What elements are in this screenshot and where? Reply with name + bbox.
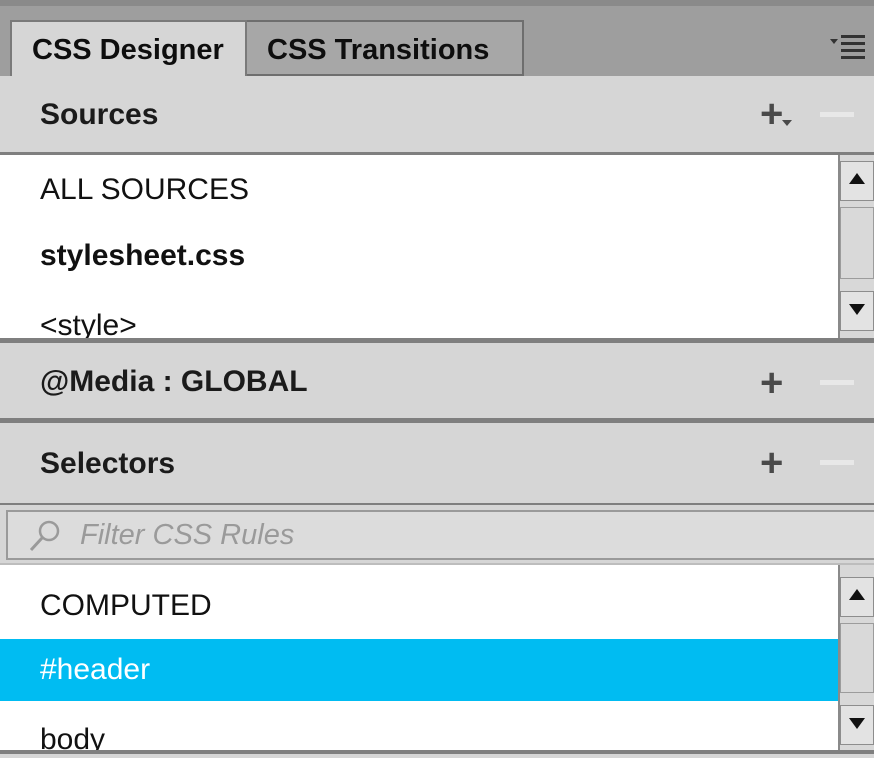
media-header: @Media : GLOBAL + [0, 343, 874, 418]
source-item-style-tag[interactable]: <style> [0, 295, 838, 338]
add-media-button[interactable]: + [760, 363, 783, 403]
selector-item-body[interactable]: body [0, 709, 838, 750]
divider [0, 750, 874, 754]
selectors-title: Selectors [40, 447, 176, 480]
add-selector-button[interactable]: + [760, 443, 783, 483]
source-item-all-sources[interactable]: ALL SOURCES [0, 159, 838, 221]
scroll-up-arrow-icon[interactable] [840, 577, 874, 617]
remove-selector-button[interactable] [820, 460, 854, 465]
sources-scroll-thumb[interactable] [840, 207, 874, 279]
sources-title: Sources [40, 98, 159, 131]
scroll-down-arrow-icon[interactable] [840, 705, 874, 745]
filter-css-rules-box [6, 510, 874, 560]
add-source-button[interactable]: + [760, 94, 783, 134]
panel-tab-bar: CSS Designer CSS Transitions [0, 0, 874, 82]
media-title: @Media : GLOBAL [40, 365, 308, 398]
source-item-stylesheet[interactable]: stylesheet.css [0, 225, 838, 287]
selector-item-computed[interactable]: COMPUTED [0, 575, 838, 637]
add-source-dropdown-icon[interactable] [782, 120, 792, 128]
divider [0, 503, 874, 505]
tab-css-designer[interactable]: CSS Designer [10, 20, 247, 82]
tab-css-transitions[interactable]: CSS Transitions [247, 20, 524, 76]
selectors-header: Selectors + [0, 423, 874, 503]
sources-list: ALL SOURCES stylesheet.css <style> [0, 155, 838, 338]
scroll-up-arrow-icon[interactable] [840, 161, 874, 201]
selector-item-header[interactable]: #header [0, 639, 838, 701]
filter-css-rules-input[interactable] [80, 514, 860, 556]
selectors-scrollbar[interactable] [838, 565, 874, 750]
css-designer-panel: CSS Designer CSS Transitions Sources + A… [0, 0, 874, 758]
remove-source-button[interactable] [820, 112, 854, 117]
selectors-list: COMPUTED #header body [0, 565, 838, 750]
search-icon [29, 520, 60, 552]
scroll-down-arrow-icon[interactable] [840, 291, 874, 331]
remove-media-button[interactable] [820, 380, 854, 385]
sources-scrollbar[interactable] [838, 155, 874, 338]
sources-header: Sources + [0, 76, 874, 152]
selectors-scroll-thumb[interactable] [840, 623, 874, 693]
panel-menu-icon[interactable] [828, 30, 868, 60]
